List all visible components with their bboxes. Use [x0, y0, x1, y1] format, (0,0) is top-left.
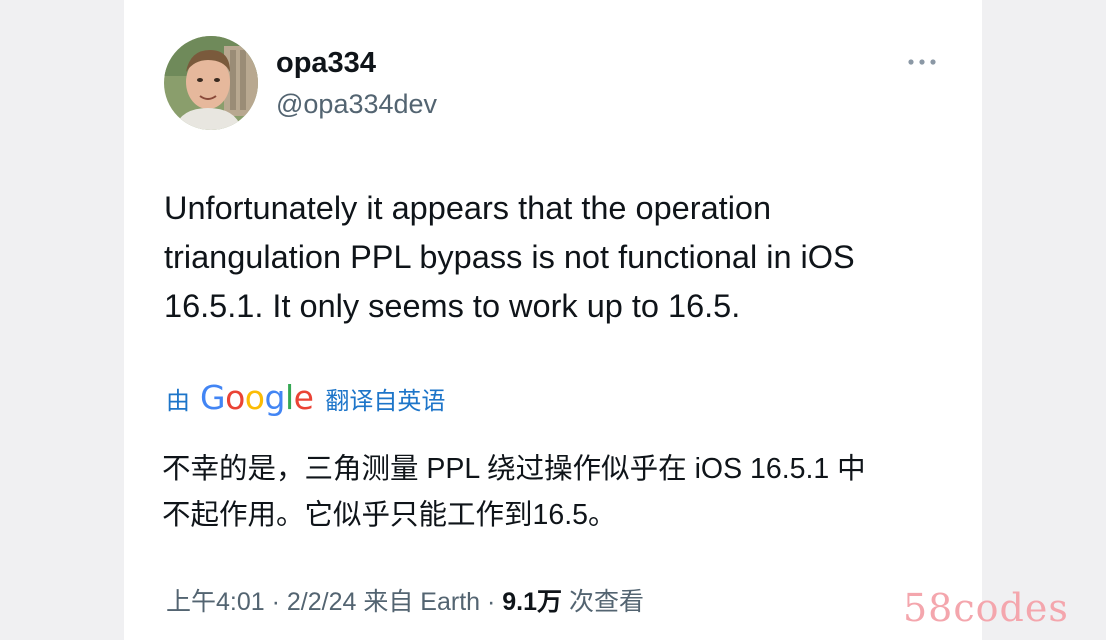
tweet-date[interactable]: 2/2/24 — [287, 588, 357, 616]
watermark: 58codes — [903, 586, 1069, 630]
views-count[interactable]: 9.1万 — [502, 588, 562, 616]
meta-separator: · — [264, 588, 287, 616]
more-options-button[interactable] — [900, 48, 944, 76]
user-handle[interactable]: @opa334dev — [276, 88, 437, 120]
tweet-text-line: Unfortunately it appears that the operat… — [164, 190, 772, 226]
translation-prefix: 由 — [166, 387, 190, 415]
tweet-meta: 上午4:01 · 2/2/24 来自 Earth · 9.1万 次查看 — [166, 582, 644, 622]
translated-text-line: 不起作用。它似乎只能工作到16.5。 — [162, 499, 617, 531]
more-horizontal-icon — [908, 59, 936, 65]
tweet-text-line: 16.5.1. It only seems to work up to 16.5… — [164, 288, 741, 324]
translation-suffix: 翻译自英语 — [325, 387, 446, 415]
tweet-text: Unfortunately it appears that the operat… — [164, 184, 954, 331]
avatar[interactable] — [164, 36, 258, 130]
views-label: 次查看 — [569, 588, 645, 616]
translated-text-line: 不幸的是，三角测量 PPL 绕过操作似乎在 iOS 16.5.1 中 — [162, 453, 866, 485]
page: opa334 @opa334dev Unfortunately it appea… — [0, 0, 1106, 640]
tweet-text-line: triangulation PPL bypass is not function… — [164, 239, 855, 275]
translated-text: 不幸的是，三角测量 PPL 绕过操作似乎在 iOS 16.5.1 中 不起作用。… — [162, 446, 962, 538]
avatar-photo — [164, 36, 258, 130]
google-logo: Google — [200, 378, 314, 417]
display-name[interactable]: opa334 — [276, 46, 376, 80]
tweet-time[interactable]: 上午4:01 — [166, 588, 265, 616]
meta-separator: · — [480, 588, 503, 616]
tweet-source: 来自 Earth — [363, 588, 481, 616]
translation-attribution-link[interactable]: 由 Google 翻译自英语 — [166, 378, 445, 418]
tweet-card: opa334 @opa334dev Unfortunately it appea… — [124, 0, 982, 640]
